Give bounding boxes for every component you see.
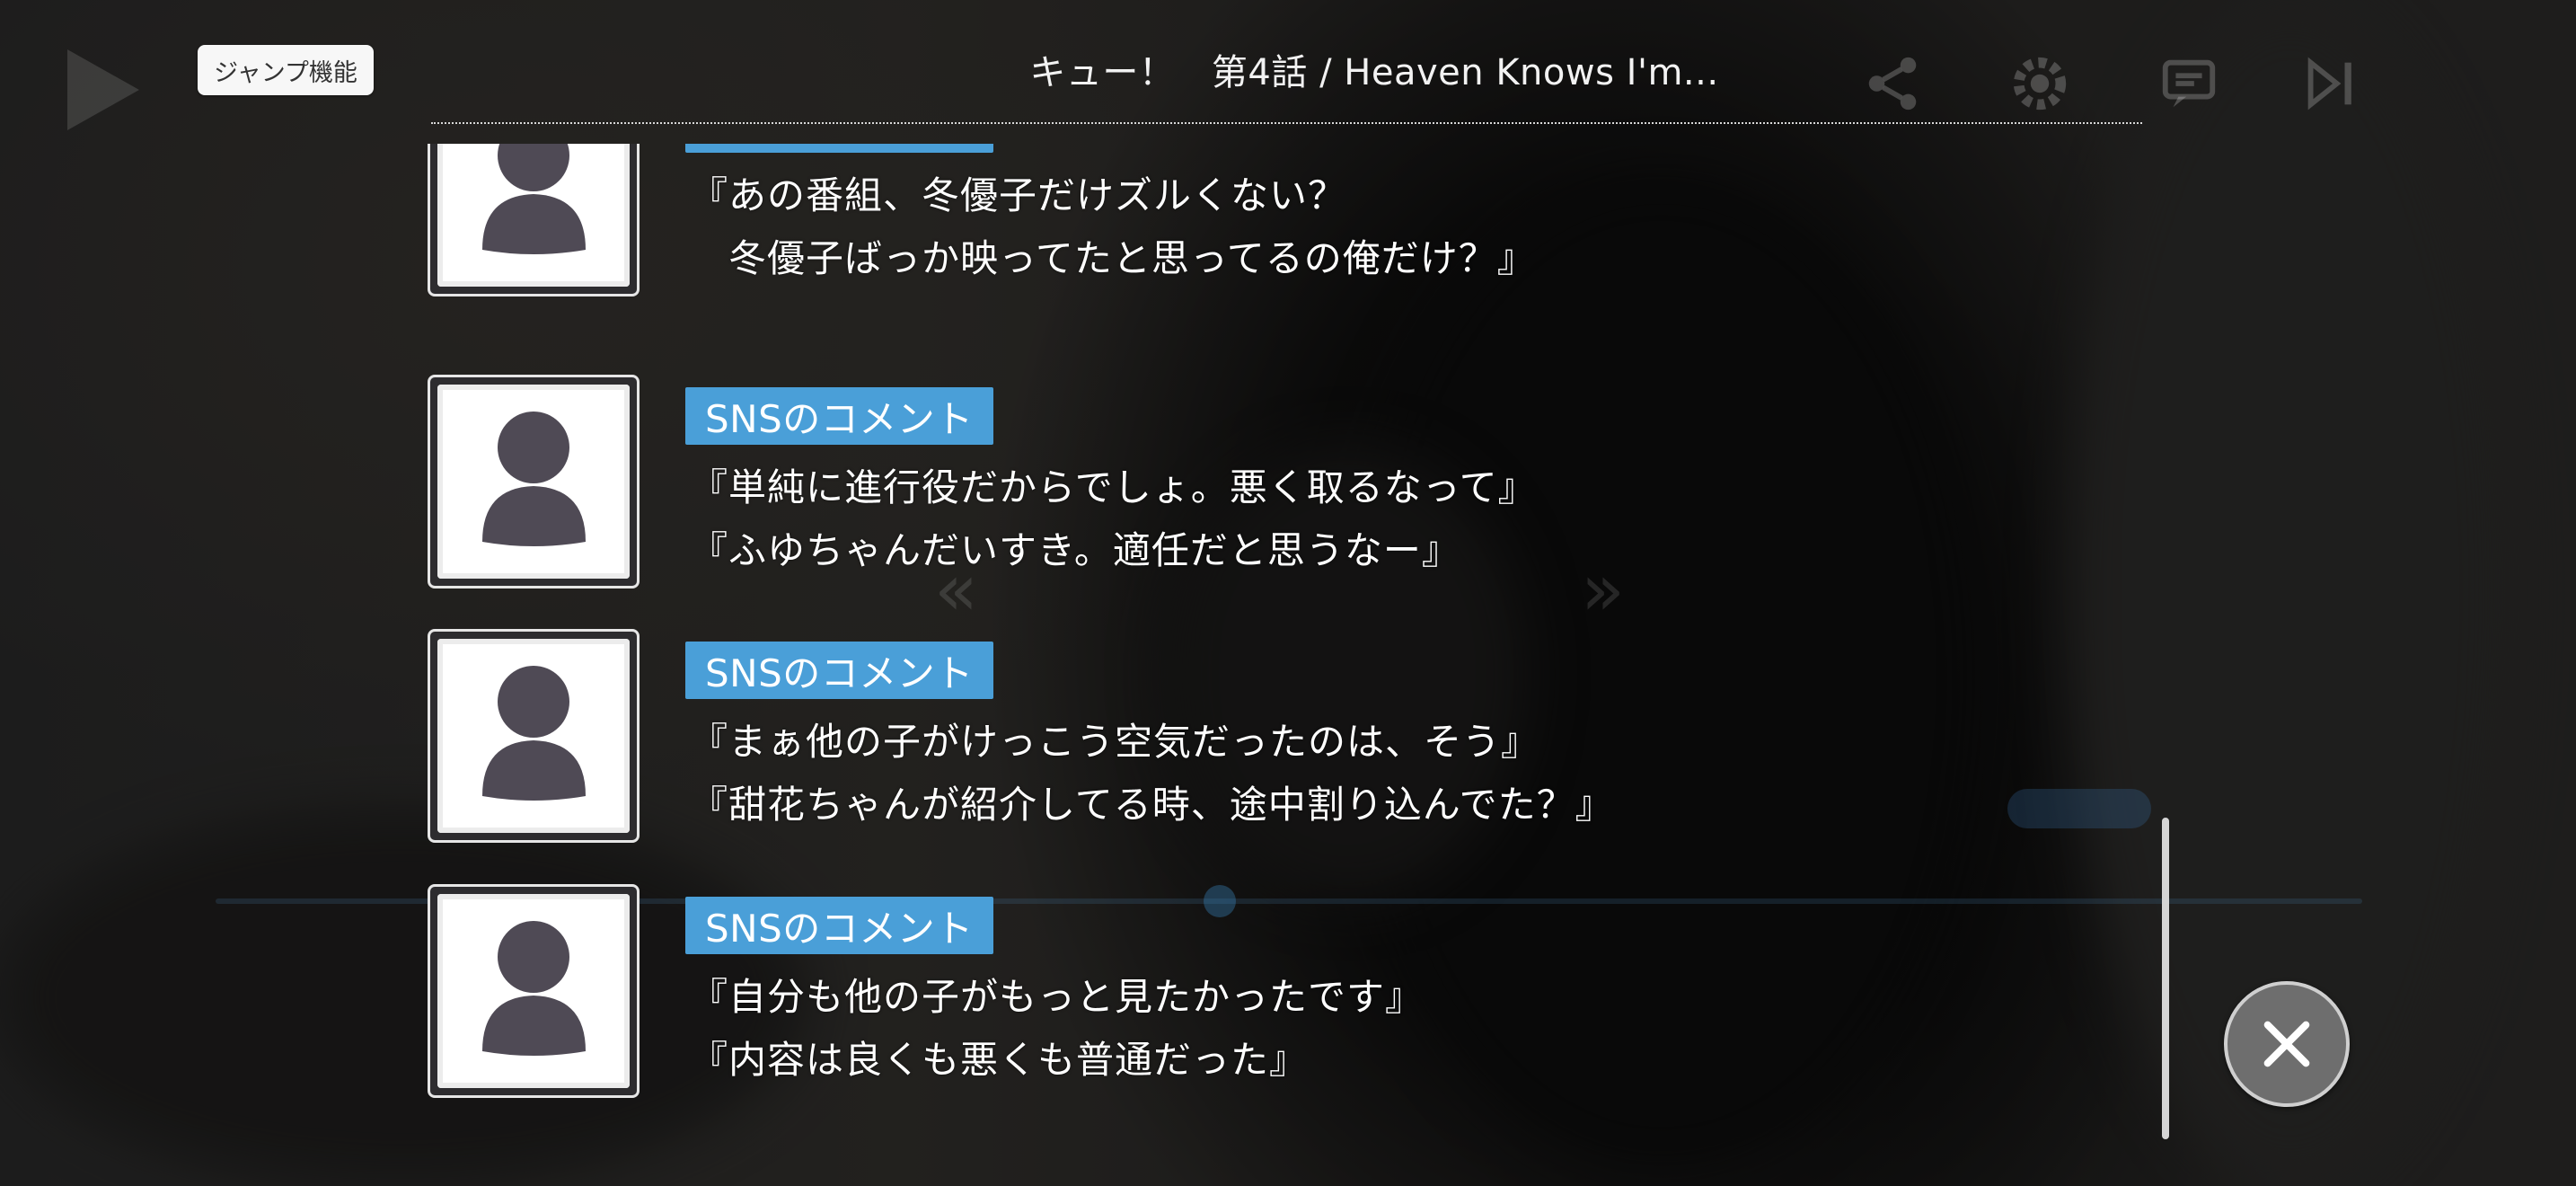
dialogue-line: 冬優子ばっか映ってたと思ってるの俺だけ？』 <box>690 236 1536 280</box>
dialogue-line: 『内容は良くも悪くも普通だった』 <box>690 1038 1309 1082</box>
speaker-name-tag: SNSのコメント <box>685 387 993 445</box>
dialogue-line: 『単純に進行役だからでしょ。悪く取るなって』 <box>690 465 1537 509</box>
person-icon <box>482 921 586 1056</box>
title-divider <box>431 122 2142 124</box>
avatar <box>428 884 640 1098</box>
jump-function-button[interactable]: ジャンプ機能 <box>198 45 374 95</box>
log-scrollbar[interactable] <box>2162 818 2169 1139</box>
dialogue-line: 『あの番組、冬優子だけズルくない？ <box>690 173 1347 217</box>
log-entry: SNSのコメント 『あの番組、冬優子だけズルくない？ 冬優子ばっか映ってたと思っ… <box>428 144 2134 303</box>
share-icon[interactable] <box>1861 52 1924 115</box>
avatar <box>428 629 640 843</box>
log-entry: SNSのコメント 『単純に進行役だからでしょ。悪く取るなって』 『ふゆちゃんだい… <box>428 375 2134 595</box>
dialogue-line: 『甜花ちゃんが紹介してる時、途中割り込んでた？』 <box>690 783 1614 827</box>
speaker-name-tag: SNSのコメント <box>685 642 993 699</box>
message-log[interactable]: SNSのコメント 『あの番組、冬優子だけズルくない？ 冬優子ばっか映ってたと思っ… <box>428 144 2134 1123</box>
log-entry: SNSのコメント 『まぁ他の子がけっこう空気だったのは、そう』 『甜花ちゃんが紹… <box>428 629 2134 849</box>
log-icon[interactable] <box>2157 52 2220 115</box>
person-icon <box>482 666 586 801</box>
person-icon <box>482 412 586 546</box>
gear-icon[interactable] <box>2008 52 2071 115</box>
speaker-name-tag: SNSのコメント <box>685 897 993 954</box>
dialogue-line: 『自分も他の子がもっと見たかったです』 <box>690 975 1425 1019</box>
dialogue-line: 『まぁ他の子がけっこう空気だったのは、そう』 <box>690 720 1540 764</box>
avatar <box>428 375 640 589</box>
close-button[interactable] <box>2224 981 2350 1107</box>
log-entry: SNSのコメント 『自分も他の子がもっと見たかったです』 『内容は良くも悪くも普… <box>428 884 2134 1104</box>
speaker-name-tag: SNSのコメント <box>685 144 993 153</box>
skip-icon[interactable] <box>2298 52 2360 115</box>
close-icon <box>2263 1021 2310 1067</box>
avatar <box>428 144 640 296</box>
dialogue-line: 『ふゆちゃんだいすき。適任だと思うなー』 <box>690 528 1460 572</box>
person-icon <box>482 144 586 254</box>
